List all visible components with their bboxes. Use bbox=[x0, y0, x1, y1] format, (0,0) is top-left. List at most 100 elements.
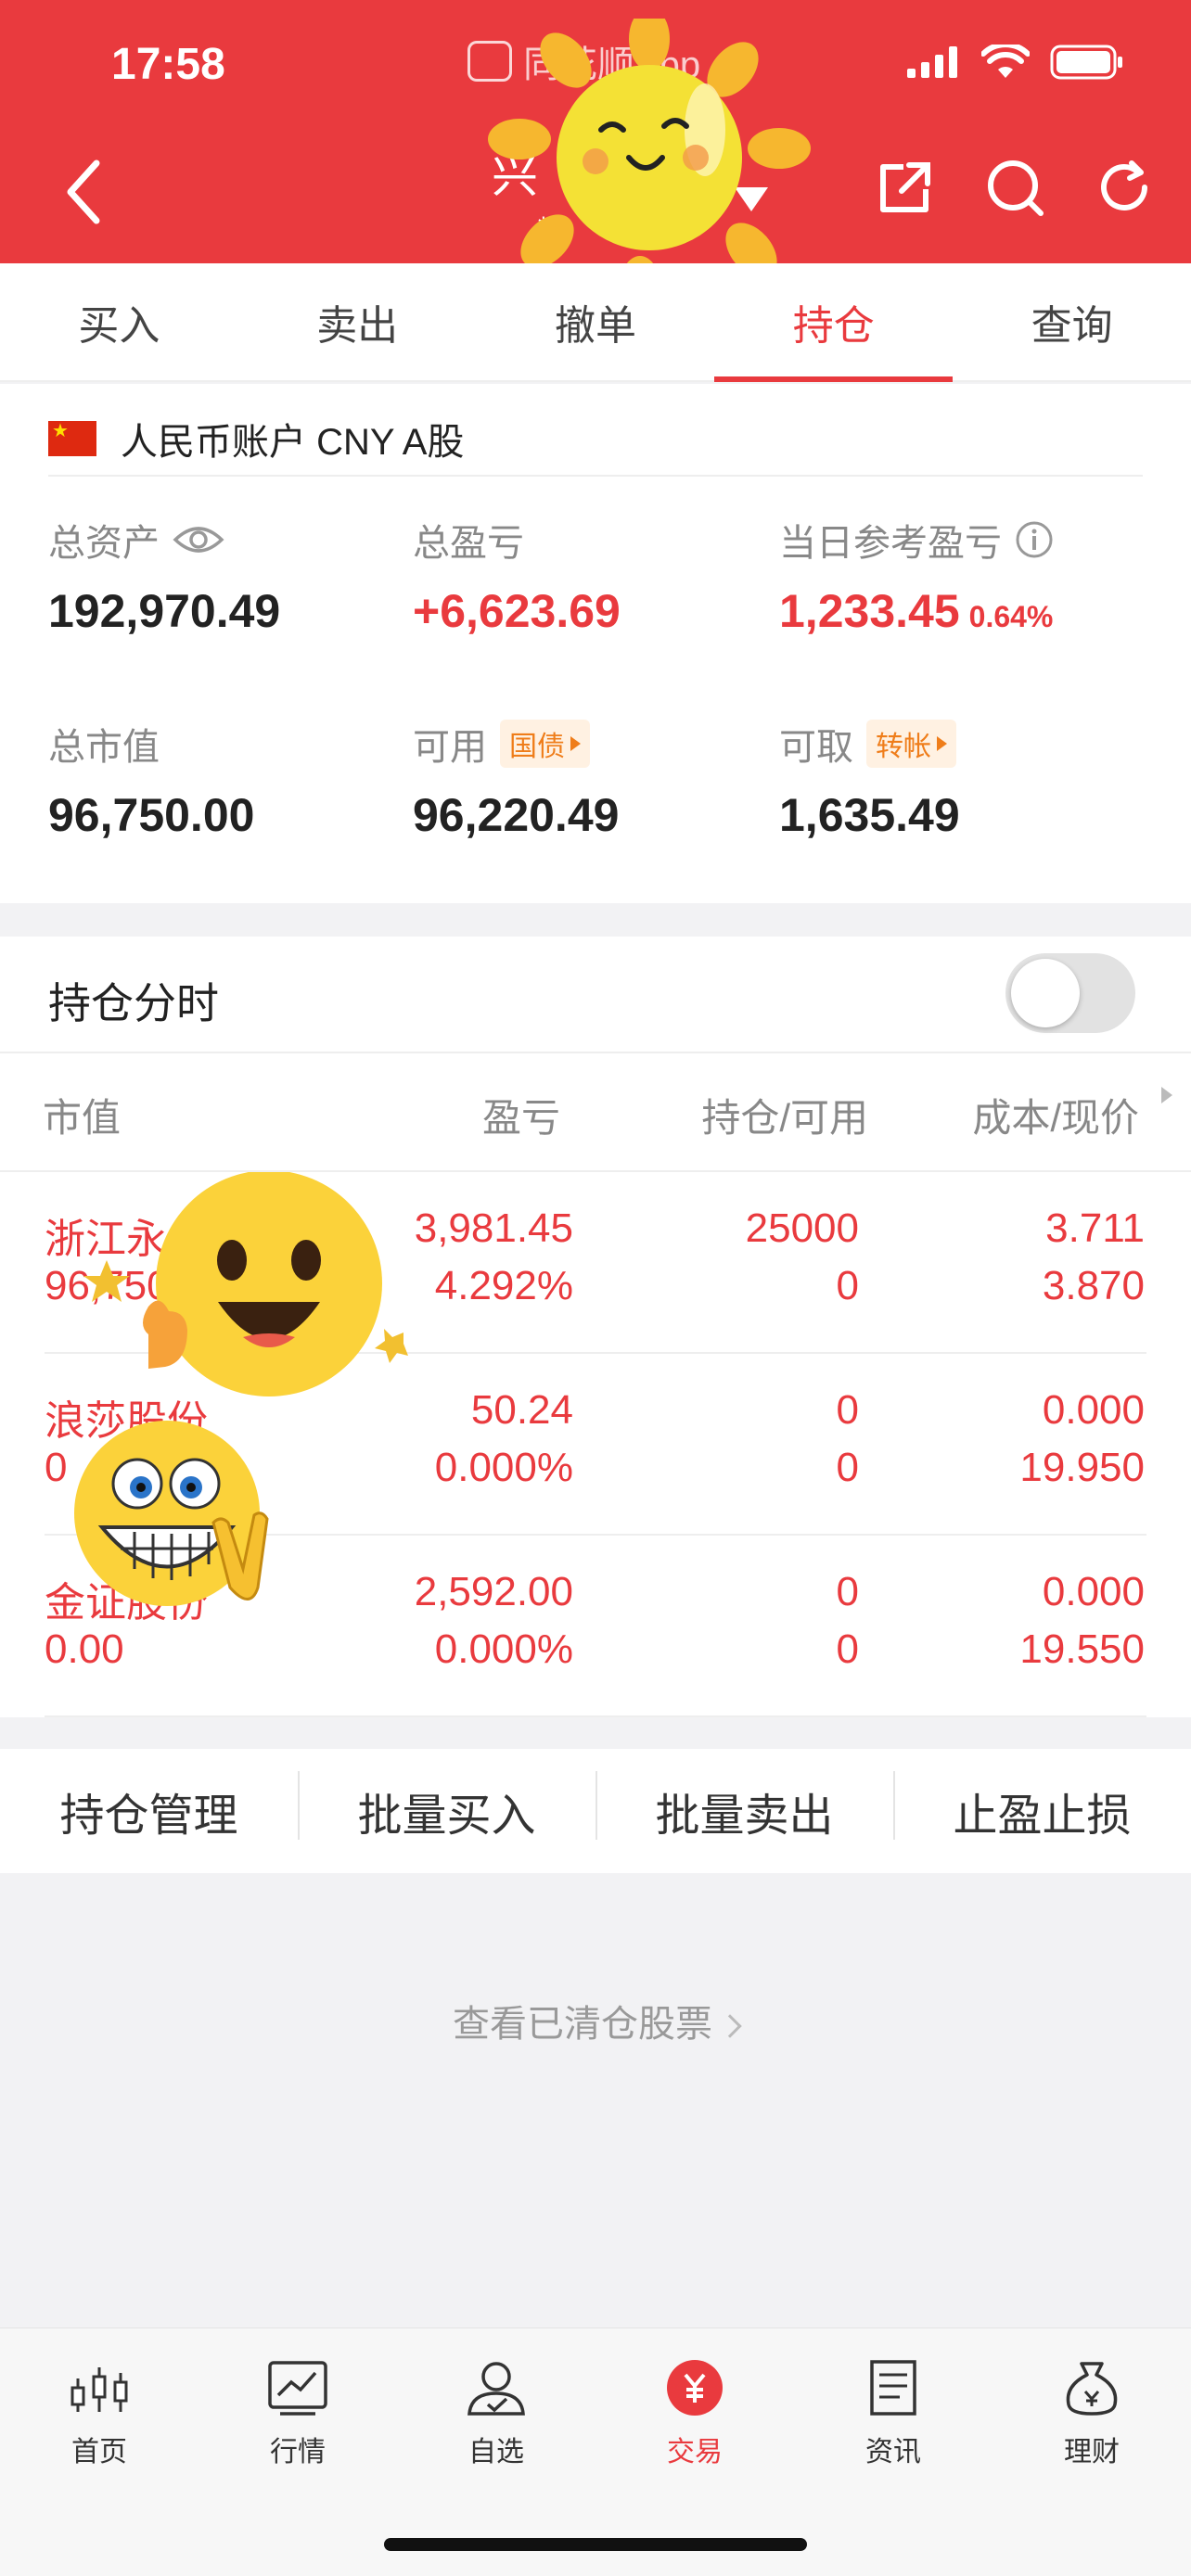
metric-value: 96,220.49 bbox=[413, 789, 620, 841]
tabbar-label: 交易 bbox=[667, 2437, 723, 2468]
tabbar-item-market[interactable]: 行情 bbox=[198, 2328, 397, 2576]
eye-icon[interactable] bbox=[173, 523, 224, 556]
metric-label: 总盈亏 bbox=[413, 523, 524, 564]
position-actions: 持仓管理 批量买入 批量卖出 止盈止损 bbox=[0, 1749, 1191, 1873]
account-summary: 人民币账户 CNY A股 总资产 192,970.49 总盈亏 +6,623.6… bbox=[0, 384, 1191, 903]
account-label: 人民币账户 CNY A股 bbox=[121, 422, 465, 463]
metric-daily-pl: 当日参考盈亏 1,233.45 0.64% bbox=[779, 514, 1054, 638]
metric-percent: 0.64% bbox=[968, 600, 1054, 633]
tag-arrow-icon bbox=[937, 736, 947, 751]
tabbar-label: 行情 bbox=[270, 2437, 326, 2468]
stock-price: 19.550 bbox=[1019, 1626, 1145, 1672]
stock-pl: 2,592.00 bbox=[414, 1569, 573, 1614]
tab-buy[interactable]: 买入 bbox=[0, 263, 238, 380]
tab-positions[interactable]: 持仓 bbox=[714, 263, 953, 382]
metric-available: 可用 国债 96,220.49 bbox=[413, 718, 619, 842]
stock-qty: 0 bbox=[836, 1387, 859, 1433]
tab-cancel[interactable]: 撤单 bbox=[477, 263, 715, 380]
tabbar-label: 资讯 bbox=[865, 2437, 921, 2468]
stock-pl: 3,981.45 bbox=[414, 1205, 573, 1251]
metric-value-group: 1,233.45 0.64% bbox=[779, 584, 1054, 638]
column-market-value[interactable]: 市值 bbox=[43, 1087, 121, 1143]
toggle-knob bbox=[1011, 959, 1080, 1027]
stock-available: 0 bbox=[836, 1445, 859, 1490]
metric-label: 总资产 bbox=[48, 523, 160, 564]
column-pl[interactable]: 盈亏 bbox=[482, 1087, 560, 1143]
info-icon[interactable] bbox=[1015, 520, 1054, 559]
tab-sell[interactable]: 卖出 bbox=[238, 263, 477, 380]
stock-cost: 0.000 bbox=[1042, 1569, 1145, 1614]
money-bag-icon bbox=[1066, 2362, 1118, 2416]
batch-buy-button[interactable]: 批量买入 bbox=[298, 1771, 596, 1843]
search-icon[interactable] bbox=[985, 158, 1044, 217]
stock-price: 3.870 bbox=[1042, 1263, 1145, 1308]
tabbar-label: 自选 bbox=[468, 2437, 524, 2468]
status-icons bbox=[907, 45, 1124, 80]
bottom-tab-bar: 首页 行情 自选 交易 资讯 理财 bbox=[0, 2327, 1191, 2576]
account-selector[interactable]: 人民币账户 CNY A股 bbox=[48, 402, 1143, 477]
metric-market-value: 总市值 96,750.00 bbox=[48, 718, 254, 842]
stock-price: 19.950 bbox=[1019, 1445, 1145, 1490]
transfer-tag[interactable]: 转帐 bbox=[866, 720, 956, 768]
metric-label: 可取 bbox=[779, 727, 853, 768]
timeshare-toggle[interactable] bbox=[1005, 953, 1135, 1033]
tag-label: 转帐 bbox=[876, 732, 931, 762]
app-header: 17:58 同花顺App 兴 ** bbox=[0, 0, 1191, 315]
row-divider bbox=[45, 1715, 1146, 1717]
treasury-bond-tag[interactable]: 国债 bbox=[500, 720, 590, 768]
stock-qty: 25000 bbox=[745, 1205, 859, 1251]
manage-positions-button[interactable]: 持仓管理 bbox=[0, 1779, 298, 1843]
metric-total-assets: 总资产 192,970.49 bbox=[48, 514, 280, 638]
holdings-column-header: 市值 盈亏 持仓/可用 成本/现价 bbox=[0, 1053, 1191, 1172]
stock-qty: 0 bbox=[836, 1569, 859, 1614]
stock-pl-pct: 0.000% bbox=[434, 1626, 573, 1672]
signal-icon bbox=[907, 46, 957, 78]
back-icon[interactable] bbox=[65, 159, 102, 224]
stock-market-value: 0.00 bbox=[45, 1626, 124, 1672]
column-qty[interactable]: 持仓/可用 bbox=[701, 1087, 868, 1143]
scroll-right-icon[interactable] bbox=[1161, 1087, 1172, 1103]
tabbar-label: 首页 bbox=[71, 2437, 127, 2468]
tab-query[interactable]: 查询 bbox=[953, 263, 1191, 380]
batch-sell-button[interactable]: 批量卖出 bbox=[596, 1771, 893, 1843]
stock-cost: 0.000 bbox=[1042, 1387, 1145, 1433]
wifi-icon bbox=[981, 45, 1030, 78]
thumbs-up-emoji-icon bbox=[83, 1172, 408, 1396]
stock-pl-pct: 4.292% bbox=[434, 1263, 573, 1308]
take-profit-stop-loss-button[interactable]: 止盈止损 bbox=[893, 1771, 1191, 1843]
metric-label: 当日参考盈亏 bbox=[779, 523, 1002, 564]
battery-icon bbox=[1050, 45, 1122, 80]
tabbar-item-news[interactable]: 资讯 bbox=[794, 2328, 992, 2576]
stock-cost: 3.711 bbox=[1045, 1205, 1145, 1251]
metric-withdrawable: 可取 转帐 1,635.49 bbox=[779, 718, 960, 842]
stock-available: 0 bbox=[836, 1626, 859, 1672]
stock-pl-pct: 0.000% bbox=[434, 1445, 573, 1490]
metric-value: +6,623.69 bbox=[413, 585, 621, 637]
chevron-right-icon bbox=[718, 2014, 742, 2039]
stock-available: 0 bbox=[836, 1263, 859, 1308]
timeshare-row: 持仓分时 bbox=[0, 937, 1191, 1053]
metric-value: 192,970.49 bbox=[48, 585, 281, 637]
stock-market-value: 0 bbox=[45, 1445, 68, 1490]
yuan-icon bbox=[667, 2360, 723, 2416]
chart-icon bbox=[268, 2361, 327, 2416]
metric-total-pl: 总盈亏 +6,623.69 bbox=[413, 514, 621, 638]
china-flag-icon bbox=[48, 419, 96, 456]
news-icon bbox=[870, 2360, 916, 2416]
holdings-list: 浙江永 96,750 3,981.45 4.292% 25000 0 3.711… bbox=[0, 1172, 1191, 1717]
cleared-stocks-link[interactable]: 查看已清仓股票 bbox=[0, 1994, 1191, 2047]
tabbar-item-wealth[interactable]: 理财 bbox=[992, 2328, 1191, 2576]
home-indicator bbox=[384, 2538, 807, 2551]
refresh-icon[interactable] bbox=[1095, 158, 1154, 217]
tabbar-item-home[interactable]: 首页 bbox=[0, 2328, 198, 2576]
nav-actions bbox=[876, 158, 1154, 217]
share-icon[interactable] bbox=[876, 158, 935, 217]
candlestick-icon bbox=[70, 2367, 128, 2412]
column-cost-price[interactable]: 成本/现价 bbox=[972, 1087, 1139, 1143]
metric-label: 可用 bbox=[413, 727, 487, 768]
metric-label: 总市值 bbox=[48, 727, 160, 768]
tabbar-label: 理财 bbox=[1064, 2437, 1120, 2468]
metric-value: 1,233.45 bbox=[779, 585, 960, 637]
status-time: 17:58 bbox=[111, 40, 225, 89]
metric-value: 96,750.00 bbox=[48, 789, 255, 841]
